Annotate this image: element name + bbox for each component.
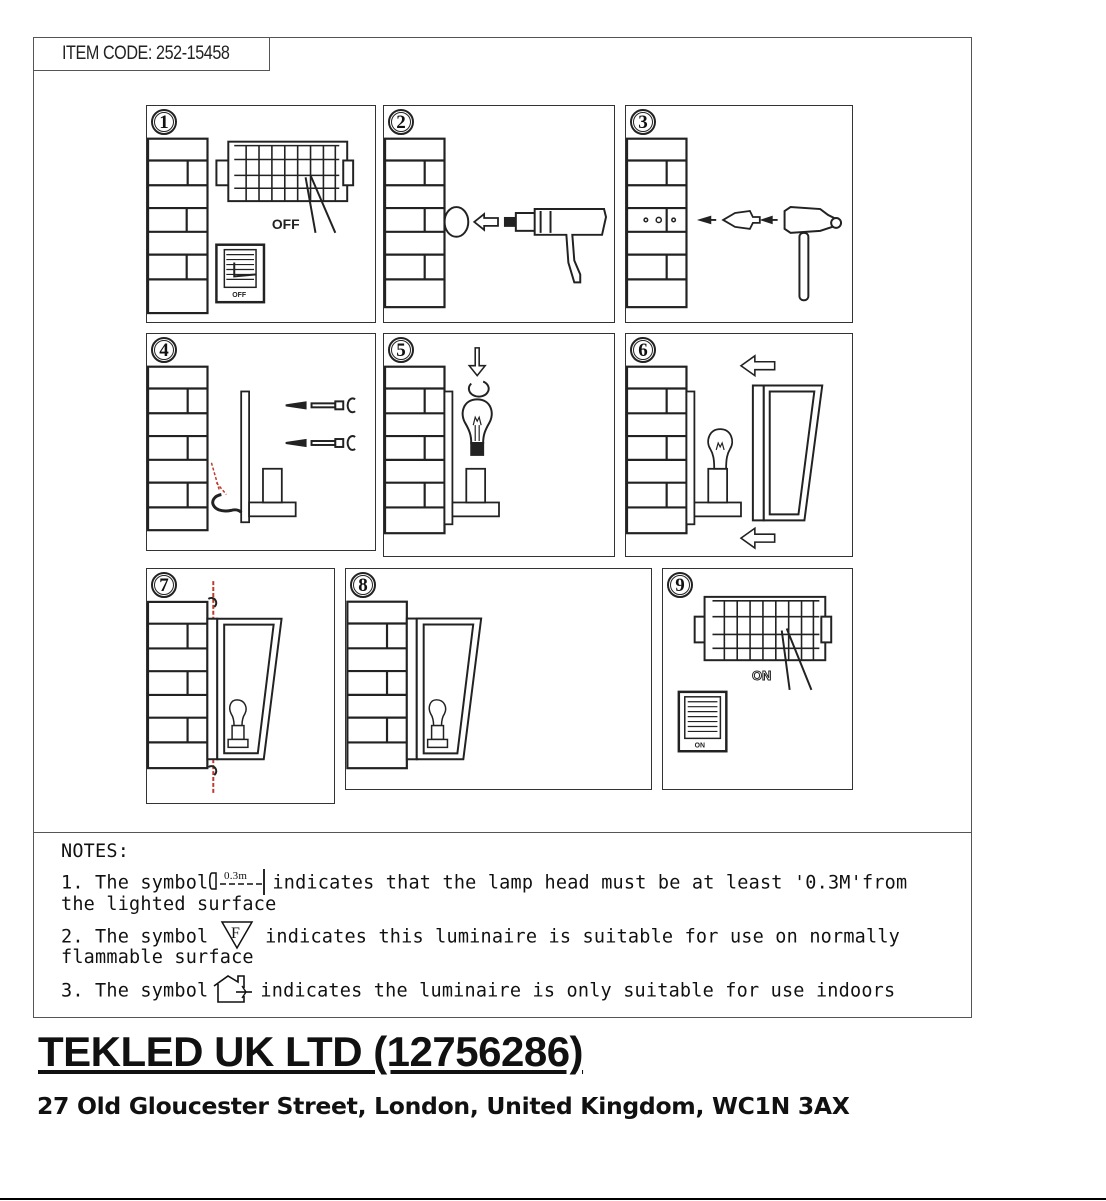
step-number-6: 6 xyxy=(630,337,656,363)
breaker-switch-on-illustration: ON ON xyxy=(677,595,833,753)
step-panel-6: 6 xyxy=(625,333,853,557)
arrow-left-icon xyxy=(696,215,717,225)
note-2-prefix: 2. The symbol xyxy=(61,926,209,948)
wall-plug-icon xyxy=(721,210,761,230)
brick-wall-icon xyxy=(147,365,209,532)
step-number-1: 1 xyxy=(151,109,177,135)
electric-drill-icon xyxy=(503,208,608,284)
brick-wall-icon xyxy=(626,137,688,309)
note-1-prefix: 1. The symbol xyxy=(61,872,209,894)
note-3-prefix: 3. The symbol xyxy=(61,980,209,1002)
svg-text:OFF: OFF xyxy=(232,292,246,299)
rotate-icon xyxy=(467,380,490,398)
step-panel-3: 3 xyxy=(625,105,853,323)
company-address: 27 Old Gloucester Street, London, United… xyxy=(37,1092,850,1120)
off-label: OFF xyxy=(272,216,300,232)
arrow-left-icon xyxy=(739,526,776,550)
drill-wall-illustration xyxy=(384,137,608,309)
note-1-continuation: the lighted surface xyxy=(61,894,277,915)
light-bulb-icon xyxy=(707,428,734,470)
screws-icon xyxy=(285,397,356,451)
arrow-left-icon xyxy=(472,212,499,232)
step-number-2: 2 xyxy=(388,109,414,135)
company-name: TEKLED UK LTD (12756286) xyxy=(38,1028,584,1075)
light-bulb-icon xyxy=(461,398,493,456)
step-number-7: 7 xyxy=(151,572,177,598)
hammer-icon xyxy=(783,206,843,302)
circuit-breaker-icon xyxy=(693,595,833,662)
step-number-4: 4 xyxy=(151,337,177,363)
wall-switch-off-icon: OFF xyxy=(215,243,266,304)
installed-lamp-illustration xyxy=(346,600,483,770)
insert-bulb-illustration xyxy=(384,347,500,535)
note-1-text: indicates that the lamp head must be at … xyxy=(272,872,908,894)
lamp-shade-icon xyxy=(751,384,824,522)
brick-wall-icon xyxy=(147,137,209,315)
step-panel-7: 7 xyxy=(146,568,335,804)
note-2-text: indicates this luminaire is suitable for… xyxy=(265,926,901,948)
brick-wall-icon xyxy=(346,600,408,770)
svg-text:ON: ON xyxy=(695,742,705,749)
brick-wall-icon xyxy=(384,137,446,309)
item-code: ITEM CODE: 252-15458 xyxy=(62,43,230,64)
mounting-plate-screws-illustration xyxy=(147,365,356,532)
indoor-house-icon xyxy=(208,974,260,1009)
wall-lamp-icon xyxy=(206,617,283,761)
step-number-3: 3 xyxy=(630,109,656,135)
svg-text:F: F xyxy=(231,925,240,942)
step-panel-2: 2 xyxy=(383,105,615,323)
notes-section: NOTES: 1. The symbol 0.3m indicates that t… xyxy=(33,832,972,1018)
svg-text:0.3m: 0.3m xyxy=(224,870,247,882)
note-3-text: indicates the luminaire is only suitable… xyxy=(260,980,896,1002)
step-number-9: 9 xyxy=(667,572,693,598)
arrow-left-icon xyxy=(759,215,778,225)
wire-connector-icon xyxy=(211,493,243,514)
drill-hole-target-icon xyxy=(443,206,470,238)
wall-lamp-icon xyxy=(405,617,483,761)
note-3: 3. The symbol indicates the luminaire is … xyxy=(61,974,895,1009)
breaker-switch-off-illustration: OFF OFF xyxy=(147,137,355,315)
circuit-breaker-icon xyxy=(215,140,355,203)
note-2-continuation: flammable surface xyxy=(61,947,254,968)
item-code-box: ITEM CODE: 252-15458 xyxy=(33,37,270,71)
brick-wall-icon xyxy=(626,365,688,535)
step-number-8: 8 xyxy=(350,572,376,598)
wall-plug-hammer-illustration xyxy=(626,137,843,309)
arrow-down-icon xyxy=(467,347,487,377)
attach-shade-illustration xyxy=(626,354,824,550)
step-number-5: 5 xyxy=(388,337,414,363)
drilled-holes-icon xyxy=(643,216,677,224)
brick-wall-icon xyxy=(384,365,446,535)
arrow-left-icon xyxy=(739,354,776,378)
step-panel-4: 4 xyxy=(146,333,376,551)
step-panel-8: 8 xyxy=(345,568,652,790)
wall-switch-on-icon: ON xyxy=(677,690,728,753)
step-panel-5: 5 xyxy=(383,333,615,557)
step-panel-9: ON ON 9 xyxy=(662,568,853,790)
mounting-plate-icon xyxy=(240,390,297,524)
brick-wall-icon xyxy=(147,600,209,770)
wire-icon xyxy=(210,462,227,495)
tighten-screws-illustration xyxy=(147,581,283,793)
step-panel-1: OFF OFF 1 xyxy=(146,105,376,323)
notes-heading: NOTES: xyxy=(61,841,130,862)
on-label: ON xyxy=(752,668,771,683)
page-bottom-rule xyxy=(0,1198,1106,1200)
